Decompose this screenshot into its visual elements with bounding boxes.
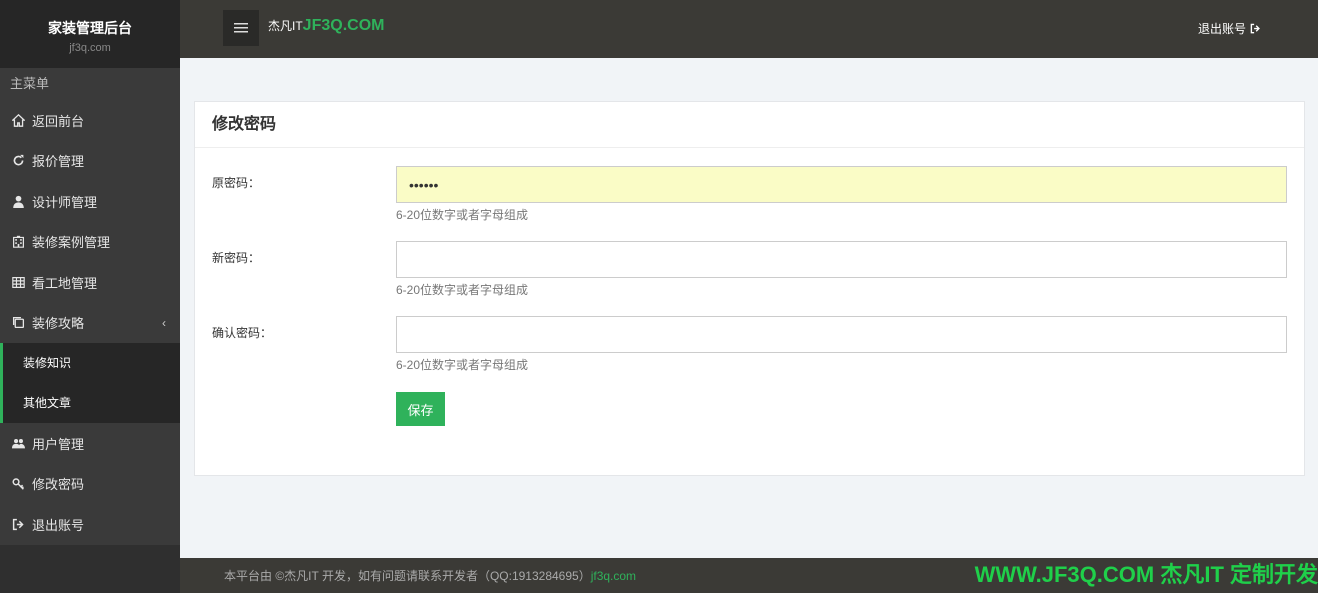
footer-link[interactable]: jf3q.com — [591, 569, 636, 583]
new-password-hint: 6-20位数字或者字母组成 — [396, 283, 529, 297]
grid-icon — [10, 274, 26, 290]
footer: 本平台由 ©杰凡IT 开发，如有问题请联系开发者（QQ:1913284695）j… — [180, 558, 1318, 593]
main-menu: 返回前台 报价管理 设计师管理 装修案例管理 看工地管理 装修攻略 ‹ — [0, 100, 180, 343]
users-icon — [10, 435, 26, 451]
menu-header: 主菜单 — [0, 68, 180, 100]
confirm-password-label: 确认密码： — [212, 326, 273, 340]
sidebar-item-label: 报价管理 — [32, 154, 85, 170]
save-button[interactable]: 保存 — [396, 392, 445, 426]
sidebar-item-home[interactable]: 返回前台 — [0, 100, 180, 141]
sidebar-item-label: 修改密码 — [32, 477, 85, 493]
sidebar-item-quotes[interactable]: 报价管理 — [0, 141, 180, 182]
brand: 家装管理后台 jf3q.com — [0, 0, 180, 68]
old-password-input[interactable] — [396, 166, 1287, 203]
sidebar-item-label: 看工地管理 — [32, 275, 98, 291]
bottom-menu: 用户管理 修改密码 退出账号 — [0, 423, 180, 545]
sidebar-item-label: 用户管理 — [32, 436, 85, 452]
logout-link[interactable]: 退出账号 — [1198, 20, 1261, 37]
top-brand-prefix: 杰凡IT — [268, 19, 303, 33]
topbar: 杰凡ITJF3Q.COM 退出账号 — [180, 0, 1318, 58]
brand-subtitle: jf3q.com — [69, 42, 111, 54]
old-password-hint: 6-20位数字或者字母组成 — [396, 208, 529, 222]
refresh-icon — [10, 153, 26, 169]
sidebar: 家装管理后台 jf3q.com 主菜单 返回前台 报价管理 设计师管理 装修案例… — [0, 0, 180, 593]
sidebar-item-password[interactable]: 修改密码 — [0, 464, 180, 505]
footer-text: 本平台由 ©杰凡IT 开发，如有问题请联系开发者（QQ:1913284695） — [224, 569, 591, 583]
sidebar-item-designers[interactable]: 设计师管理 — [0, 181, 180, 222]
sidebar-item-label: 退出账号 — [32, 517, 85, 533]
sidebar-item-users[interactable]: 用户管理 — [0, 423, 180, 464]
sidebar-item-label: 装修案例管理 — [32, 235, 111, 251]
hamburger-icon — [234, 23, 248, 33]
chevron-left-icon[interactable]: ‹ — [162, 316, 166, 330]
brand-title: 家装管理后台 — [48, 20, 132, 36]
sidebar-item-label: 装修攻略 — [32, 316, 85, 332]
old-password-label: 原密码： — [212, 176, 261, 190]
sidebar-item-sites[interactable]: 看工地管理 — [0, 262, 180, 303]
copy-icon — [10, 315, 26, 331]
sign-out-icon — [1250, 23, 1260, 34]
page-title: 修改密码 — [195, 102, 1304, 148]
sidebar-subitem-articles[interactable]: 其他文章 — [0, 383, 180, 423]
confirm-password-input[interactable] — [396, 316, 1287, 353]
new-password-input[interactable] — [396, 241, 1287, 278]
sidebar-item-logout[interactable]: 退出账号 — [0, 504, 180, 545]
key-icon — [10, 476, 26, 492]
home-icon — [10, 112, 26, 128]
top-brand-highlight: JF3Q.COM — [302, 17, 385, 34]
change-password-panel: 修改密码 原密码： 6-20位数字或者字母组成 新密码： 6-20位数字或者字母… — [194, 101, 1305, 476]
sign-out-icon — [10, 516, 26, 532]
confirm-password-hint: 6-20位数字或者字母组成 — [396, 358, 529, 372]
top-brand: 杰凡ITJF3Q.COM — [268, 17, 384, 35]
building-icon — [10, 234, 26, 250]
sidebar-item-label: 设计师管理 — [32, 194, 98, 210]
logout-label: 退出账号 — [1197, 22, 1246, 36]
user-icon — [10, 193, 26, 209]
submenu-guides: 装修知识 其他文章 — [0, 343, 180, 423]
sidebar-item-cases[interactable]: 装修案例管理 — [0, 222, 180, 263]
footer-watermark: WWW.JF3Q.COM 杰凡IT 定制开发 — [974, 562, 1318, 587]
menu-toggle-button[interactable] — [223, 10, 259, 46]
new-password-label: 新密码： — [212, 251, 261, 265]
sidebar-item-guides[interactable]: 装修攻略 ‹ — [0, 303, 180, 344]
sidebar-subitem-knowledge[interactable]: 装修知识 — [0, 343, 180, 383]
sidebar-item-label: 返回前台 — [32, 113, 85, 129]
